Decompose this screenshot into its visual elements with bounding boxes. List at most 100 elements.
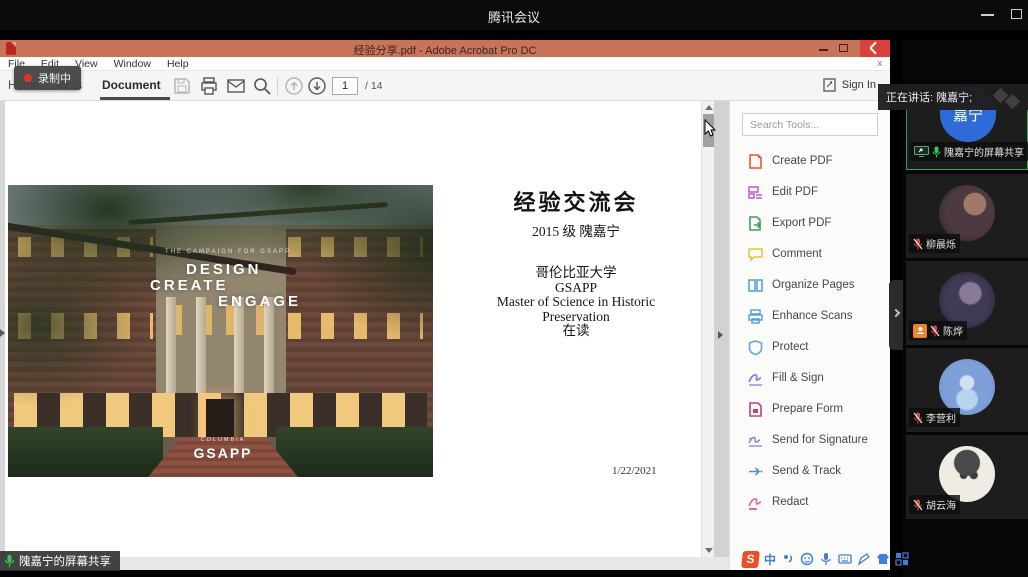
tool-protect[interactable]: Protect: [730, 335, 891, 359]
ime-toolbar: S 中: [742, 549, 909, 569]
participant-name-tag: 柳晨烁: [909, 234, 960, 253]
photo-word-create: CREATE: [150, 277, 229, 294]
tool-comment[interactable]: Comment: [730, 242, 891, 266]
tool-prepare-form[interactable]: Prepare Form: [730, 397, 891, 421]
email-icon[interactable]: [226, 76, 246, 96]
page-number-input[interactable]: [332, 77, 358, 95]
gsapp-logo-text: GSAPP: [168, 445, 278, 461]
skin-icon[interactable]: [876, 552, 890, 566]
hedge: [276, 427, 433, 477]
save-icon[interactable]: [172, 76, 192, 96]
sogou-logo-icon[interactable]: S: [741, 551, 760, 568]
slide-line: Master of Science in Historic: [443, 295, 709, 310]
slide-line: 哥伦比亚大学: [443, 266, 709, 281]
panel-expand-icon[interactable]: [718, 331, 723, 339]
acrobat-window: 经验分享.pdf - Adobe Acrobat Pro DC File Edi…: [0, 40, 890, 570]
protect-icon: [747, 339, 764, 356]
scroll-up-icon[interactable]: [705, 105, 713, 110]
participant-tile-liuchenshuo[interactable]: 柳晨烁: [906, 174, 1028, 258]
minimize-icon[interactable]: [981, 14, 994, 16]
tool-fill-sign[interactable]: Fill & Sign: [730, 366, 891, 390]
send-track-icon: [747, 463, 764, 480]
export-pdf-icon: [747, 215, 764, 232]
prepare-form-icon: [747, 401, 764, 418]
acrobat-toolbar: Home Tools Document / 14 Sign In: [0, 71, 890, 101]
tool-organize-pages[interactable]: Organize Pages: [730, 273, 891, 297]
toolbox-icon[interactable]: [895, 552, 909, 566]
print-icon[interactable]: [199, 76, 219, 96]
participant-tile-huyunhai[interactable]: 胡云海: [906, 435, 1028, 519]
recording-badge: 录制中: [14, 66, 81, 90]
tool-redact[interactable]: Redact: [730, 490, 891, 514]
campaign-caption: THE CAMPAIGN FOR GSAPP: [128, 249, 328, 255]
participant-name: 李营利: [926, 410, 956, 425]
avatar-default: [939, 359, 995, 415]
send-signature-icon: [747, 432, 764, 449]
participant-name: 胡云海: [926, 497, 956, 512]
toolbar-divider: [277, 77, 278, 95]
handwriting-icon[interactable]: [857, 552, 871, 566]
building-column: [234, 297, 244, 403]
hedge: [8, 427, 163, 477]
chevron-right-icon: [892, 309, 900, 317]
participant-name-tag: 隗嘉宁的屏幕共享: [910, 142, 1028, 161]
fill-sign-icon: [747, 370, 764, 387]
screen: 腾讯会议 经验分享.pdf - Adobe Acrobat Pro DC Fil…: [0, 0, 1028, 577]
enhance-scans-icon: [747, 308, 764, 325]
participant-name: 柳晨烁: [926, 236, 956, 251]
next-page-icon[interactable]: [307, 76, 327, 96]
chinese-mode-icon[interactable]: 中: [764, 551, 776, 568]
slide-text-block: 经验交流会 2015 级 隗嘉宁 哥伦比亚大学 GSAPP Master of …: [443, 185, 709, 339]
mic-on-icon: [4, 554, 15, 568]
tab-document[interactable]: Document: [102, 78, 161, 92]
search-icon[interactable]: [252, 76, 272, 96]
vertical-scrollbar[interactable]: [701, 101, 714, 557]
tools-panel: Create PDF Edit PDF Export PDF Comment O…: [729, 101, 890, 570]
scroll-down-icon[interactable]: [705, 548, 713, 553]
voice-icon[interactable]: [819, 552, 833, 566]
acrobat-minimize-icon[interactable]: [819, 49, 828, 51]
mic-muted-icon: [913, 412, 923, 424]
tool-enhance-scans[interactable]: Enhance Scans: [730, 304, 891, 328]
columbia-caption: COLUMBIA: [168, 437, 278, 443]
acrobat-close-button[interactable]: [860, 40, 890, 57]
tool-create-pdf[interactable]: Create PDF: [730, 149, 891, 173]
sidebar-collapse-handle[interactable]: [889, 280, 903, 350]
building-column: [166, 297, 176, 403]
slide-date: 1/22/2021: [612, 465, 657, 477]
menu-window[interactable]: Window: [106, 58, 159, 70]
photo-word-engage: ENGAGE: [218, 293, 301, 310]
tool-edit-pdf[interactable]: Edit PDF: [730, 180, 891, 204]
photo-word-design: DESIGN: [186, 261, 262, 278]
participant-name: 陈烨: [943, 323, 963, 338]
speaking-indicator: 正在讲话: 隗嘉宁;: [878, 84, 1028, 110]
participant-tile-liyingli[interactable]: 李营利: [906, 348, 1028, 432]
tool-export-pdf[interactable]: Export PDF: [730, 211, 891, 235]
building-column: [264, 297, 274, 403]
pdf-page: THE CAMPAIGN FOR GSAPP DESIGN CREATE ENG…: [5, 101, 706, 557]
sign-in-label: Sign In: [842, 79, 876, 91]
host-badge-icon: [913, 324, 927, 338]
participant-name-tag: 胡云海: [909, 495, 960, 514]
tool-send-track[interactable]: Send & Track: [730, 459, 891, 483]
recording-label: 录制中: [38, 70, 71, 86]
building-column: [196, 297, 206, 403]
maximize-icon[interactable]: [1011, 9, 1022, 19]
screen-share-icon: [914, 146, 929, 157]
sign-in-button[interactable]: Sign In: [823, 78, 876, 92]
sign-in-icon: [823, 78, 836, 92]
search-tools-input[interactable]: [742, 113, 878, 136]
acrobat-titlebar: 经验分享.pdf - Adobe Acrobat Pro DC: [0, 40, 890, 57]
keyboard-icon[interactable]: [838, 552, 852, 566]
tool-send-for-signature[interactable]: Send for Signature: [730, 428, 891, 452]
acrobat-restore-icon[interactable]: [839, 44, 848, 52]
acrobat-menubar: File Edit View Window Help x: [0, 57, 890, 71]
menu-help[interactable]: Help: [159, 58, 197, 70]
participant-tile-chenye[interactable]: 陈烨: [906, 261, 1028, 345]
punctuation-icon[interactable]: [781, 552, 795, 566]
menubar-close-icon[interactable]: x: [878, 58, 883, 68]
emoji-icon[interactable]: [800, 552, 814, 566]
slide-subtitle: 2015 级 隗嘉宁: [443, 220, 709, 240]
previous-page-icon[interactable]: [284, 76, 304, 96]
mouse-cursor: [704, 119, 717, 138]
